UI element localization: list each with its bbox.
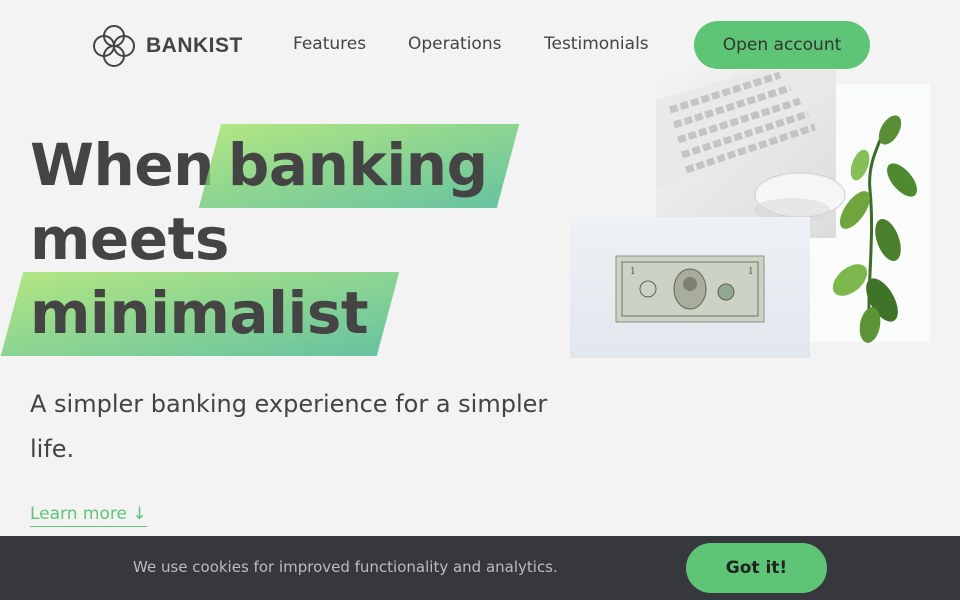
hero-title-word: meets <box>30 205 229 273</box>
dollar-bill-image: 1 1 <box>570 217 810 358</box>
nav-link-testimonials[interactable]: Testimonials <box>544 34 649 54</box>
hero-subtitle: A simpler banking experience for a simpl… <box>30 390 548 463</box>
svg-text:1: 1 <box>748 267 754 277</box>
hero-title-highlight: banking <box>228 128 488 202</box>
arrow-down-icon: ↓ <box>132 504 147 524</box>
nav-link-features[interactable]: Features <box>293 34 366 54</box>
accept-cookies-button[interactable]: Got it! <box>686 543 827 593</box>
learn-more-link[interactable]: Learn more ↓ <box>30 504 147 527</box>
svg-text:1: 1 <box>630 267 636 277</box>
interlocking-circles-logo-icon <box>93 25 135 67</box>
hero-title-highlight: minimalist <box>30 276 369 350</box>
cookie-banner: We use cookies for improved functionalit… <box>0 536 960 600</box>
open-account-button[interactable]: Open account <box>694 21 870 69</box>
learn-more-label: Learn more <box>30 504 127 524</box>
brand-name: BANKIST <box>146 34 243 57</box>
nav-link-operations[interactable]: Operations <box>408 34 501 54</box>
cookie-message: We use cookies for improved functionalit… <box>133 558 558 576</box>
hero-title-word: When <box>30 131 214 199</box>
hero-illustration: 1 1 <box>570 70 930 358</box>
keyboard-image <box>656 70 846 238</box>
brand-logo[interactable]: BANKIST <box>90 22 243 70</box>
hero-title: When banking meets minimalist <box>30 128 488 350</box>
